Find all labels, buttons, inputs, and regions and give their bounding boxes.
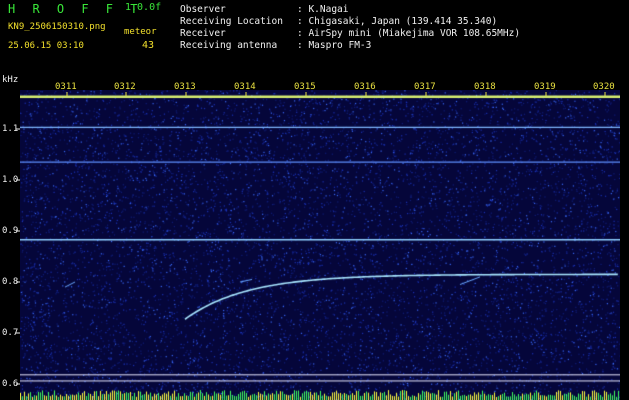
spectrogram-overlay — [16, 92, 606, 385]
